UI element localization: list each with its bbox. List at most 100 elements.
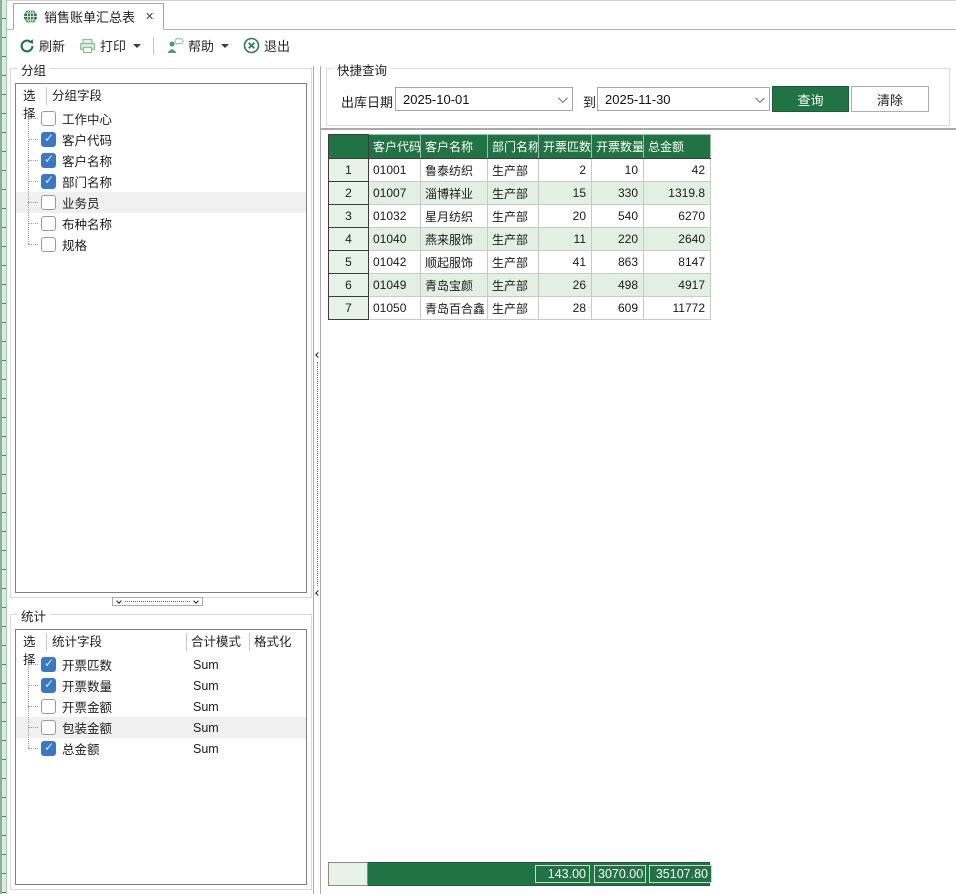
table-cell[interactable]: 330: [592, 182, 644, 205]
table-cell[interactable]: 8147: [644, 251, 711, 274]
help-button[interactable]: 帮助: [159, 33, 236, 58]
table-cell[interactable]: 生产部: [488, 159, 539, 182]
table-cell[interactable]: 青岛宝颜: [421, 274, 488, 297]
table-cell[interactable]: 20: [539, 205, 592, 228]
table-cell[interactable]: 11772: [644, 297, 711, 320]
group-field-row[interactable]: 规格: [16, 234, 306, 255]
stats-field-row[interactable]: 开票数量 Sum: [16, 675, 306, 696]
print-dropdown-caret-icon[interactable]: [133, 44, 141, 48]
table-cell[interactable]: 863: [592, 251, 644, 274]
refresh-button[interactable]: 刷新: [12, 33, 72, 58]
column-header[interactable]: 部门名称: [488, 135, 539, 159]
table-cell[interactable]: 15: [539, 182, 592, 205]
stats-field-row[interactable]: 总金额 Sum: [16, 738, 306, 759]
table-row[interactable]: 701050青岛百合鑫生产部2860911772: [329, 297, 711, 320]
stats-header-format[interactable]: 格式化: [250, 633, 292, 651]
clear-button[interactable]: 清除: [851, 86, 929, 112]
table-cell[interactable]: 01049: [369, 274, 421, 297]
table-cell[interactable]: 01032: [369, 205, 421, 228]
table-cell[interactable]: 生产部: [488, 228, 539, 251]
table-cell[interactable]: 220: [592, 228, 644, 251]
column-header[interactable]: 总金额: [644, 135, 711, 159]
table-cell[interactable]: 燕来服饰: [421, 228, 488, 251]
table-cell[interactable]: 26: [539, 274, 592, 297]
table-row[interactable]: 601049青岛宝颜生产部264984917: [329, 274, 711, 297]
stats-field-row[interactable]: 包装金额 Sum: [16, 717, 306, 738]
checkbox[interactable]: [41, 174, 56, 189]
checkbox[interactable]: [41, 153, 56, 168]
group-field-row[interactable]: 工作中心: [16, 108, 306, 129]
stats-header-mode[interactable]: 合计模式: [187, 633, 250, 651]
group-field-row[interactable]: 业务员: [16, 192, 306, 213]
table-cell[interactable]: 01001: [369, 159, 421, 182]
stats-header-field[interactable]: 统计字段: [47, 633, 187, 651]
table-cell[interactable]: 青岛百合鑫: [421, 297, 488, 320]
print-button[interactable]: 打印: [72, 33, 148, 58]
group-header-field[interactable]: 分组字段: [47, 87, 102, 105]
query-button[interactable]: 查询: [772, 86, 849, 112]
group-header-select[interactable]: 选择: [16, 87, 47, 105]
table-cell[interactable]: 6270: [644, 205, 711, 228]
column-header[interactable]: 开票匹数: [539, 135, 592, 159]
docked-panel-strip[interactable]: [0, 0, 7, 894]
table-cell[interactable]: 01040: [369, 228, 421, 251]
table-cell[interactable]: 顺起服饰: [421, 251, 488, 274]
table-row[interactable]: 201007淄博祥业生产部153301319.8: [329, 182, 711, 205]
table-row[interactable]: 501042顺起服饰生产部418638147: [329, 251, 711, 274]
checkbox[interactable]: [41, 195, 56, 210]
checkbox[interactable]: [41, 237, 56, 252]
group-field-row[interactable]: 布种名称: [16, 213, 306, 234]
checkbox[interactable]: [41, 720, 56, 735]
table-row[interactable]: 401040燕来服饰生产部112202640: [329, 228, 711, 251]
checkbox[interactable]: [41, 132, 56, 147]
checkbox[interactable]: [41, 699, 56, 714]
table-cell[interactable]: 01007: [369, 182, 421, 205]
table-cell[interactable]: 生产部: [488, 251, 539, 274]
table-cell[interactable]: 4917: [644, 274, 711, 297]
group-field-row[interactable]: 部门名称: [16, 171, 306, 192]
table-cell[interactable]: 540: [592, 205, 644, 228]
stats-field-row[interactable]: 开票匹数 Sum: [16, 654, 306, 675]
column-header[interactable]: 客户名称: [421, 135, 488, 159]
horizontal-splitter-handle[interactable]: [112, 597, 203, 606]
table-cell[interactable]: 10: [592, 159, 644, 182]
stats-field-row[interactable]: 开票金额 Sum: [16, 696, 306, 717]
checkbox[interactable]: [41, 678, 56, 693]
table-cell[interactable]: 生产部: [488, 274, 539, 297]
table-cell[interactable]: 11: [539, 228, 592, 251]
column-header[interactable]: 开票数量: [592, 135, 644, 159]
checkbox[interactable]: [41, 216, 56, 231]
table-row[interactable]: 101001鲁泰纺织生产部21042: [329, 159, 711, 182]
vertical-splitter[interactable]: [313, 66, 321, 894]
tab-sales-summary[interactable]: 销售账单汇总表 ✕: [13, 3, 164, 30]
table-cell[interactable]: 鲁泰纺织: [421, 159, 488, 182]
collapse-left-icon[interactable]: [315, 352, 321, 358]
checkbox[interactable]: [41, 657, 56, 672]
table-cell[interactable]: 淄博祥业: [421, 182, 488, 205]
table-row[interactable]: 301032星月纺织生产部205406270: [329, 205, 711, 228]
table-cell[interactable]: 生产部: [488, 182, 539, 205]
checkbox[interactable]: [41, 111, 56, 126]
help-dropdown-caret-icon[interactable]: [221, 44, 229, 48]
table-cell[interactable]: 2640: [644, 228, 711, 251]
table-cell[interactable]: 生产部: [488, 205, 539, 228]
column-header[interactable]: 客户代码: [369, 135, 421, 159]
group-field-row[interactable]: 客户名称: [16, 150, 306, 171]
tab-close-icon[interactable]: ✕: [145, 10, 154, 23]
table-cell[interactable]: 609: [592, 297, 644, 320]
table-cell[interactable]: 01042: [369, 251, 421, 274]
collapse-left-icon[interactable]: [315, 590, 321, 596]
collapse-down-icon[interactable]: [116, 598, 122, 604]
collapse-down-icon[interactable]: [193, 598, 199, 604]
table-cell[interactable]: 星月纺织: [421, 205, 488, 228]
stats-header-select[interactable]: 选择: [16, 633, 47, 651]
table-cell[interactable]: 2: [539, 159, 592, 182]
table-cell[interactable]: 42: [644, 159, 711, 182]
table-cell[interactable]: 生产部: [488, 297, 539, 320]
table-cell[interactable]: 41: [539, 251, 592, 274]
table-cell[interactable]: 498: [592, 274, 644, 297]
date-to-combobox[interactable]: 2025-11-30: [597, 87, 770, 111]
checkbox[interactable]: [41, 741, 56, 756]
date-from-combobox[interactable]: 2025-10-01: [395, 87, 573, 111]
group-field-row[interactable]: 客户代码: [16, 129, 306, 150]
